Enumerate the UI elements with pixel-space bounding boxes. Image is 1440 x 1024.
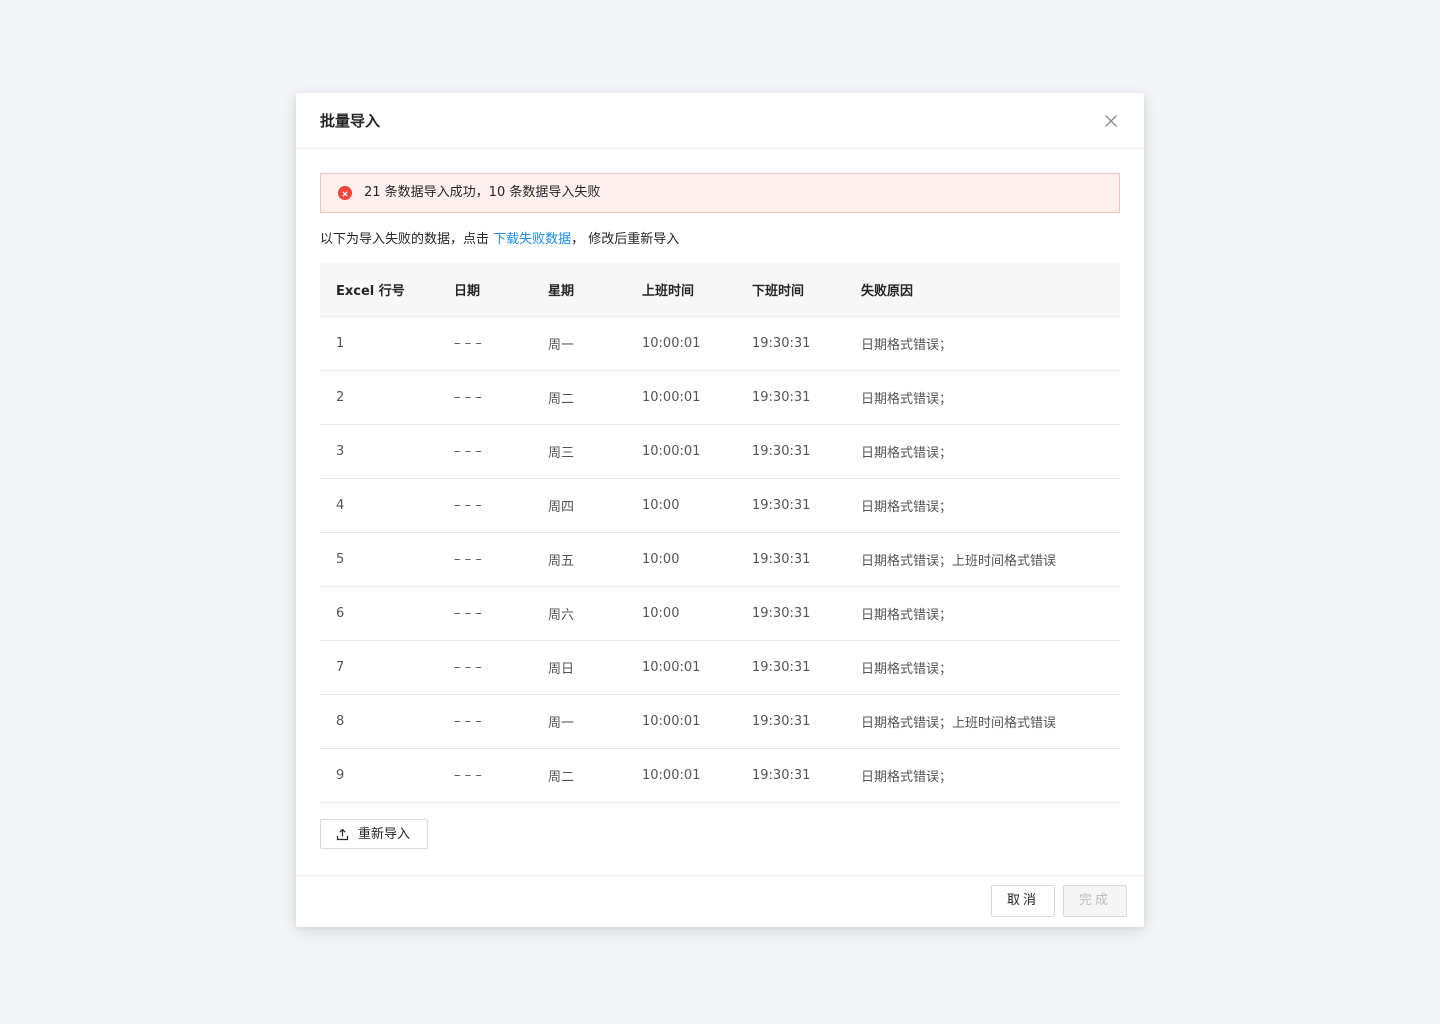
clock-out-cell: 19:30:31 xyxy=(736,370,845,425)
row-number: 6 xyxy=(320,586,438,641)
modal-header: 批量导入 xyxy=(296,93,1144,149)
failure-reason-cell: 日期格式错误； xyxy=(845,478,1120,533)
date-cell: – – – xyxy=(438,640,532,695)
clock-out-cell: 19:30:31 xyxy=(736,640,845,695)
failure-reason-cell: 日期格式错误； xyxy=(845,370,1120,425)
table-row: 5 – – – 周五 10:00 19:30:31 日期格式错误；上班时间格式错… xyxy=(320,532,1120,587)
date-cell: – – – xyxy=(438,748,532,803)
hint-suffix: ， 修改后重新导入 xyxy=(571,232,680,247)
column-header: 失败原因 xyxy=(845,263,1120,317)
column-header: 星期 xyxy=(532,263,626,317)
clock-out-cell: 19:30:31 xyxy=(736,532,845,587)
failure-reason-cell: 日期格式错误；上班时间格式错误 xyxy=(845,532,1120,587)
table-row: 7 – – – 周日 10:00:01 19:30:31 日期格式错误； xyxy=(320,640,1120,695)
reimport-label: 重新导入 xyxy=(358,827,411,842)
table-row: 9 – – – 周二 10:00:01 19:30:31 日期格式错误； xyxy=(320,748,1120,803)
hint-prefix: 以下为导入失败的数据，点击 xyxy=(320,232,494,247)
clock-in-cell: 10:00:01 xyxy=(626,640,736,695)
weekday-cell: 周三 xyxy=(532,424,626,479)
error-alert: 21 条数据导入成功，10 条数据导入失败 xyxy=(320,173,1120,213)
clock-out-cell: 19:30:31 xyxy=(736,694,845,749)
weekday-cell: 周一 xyxy=(532,694,626,749)
clock-in-cell: 10:00 xyxy=(626,532,736,587)
clock-out-cell: 19:30:31 xyxy=(736,586,845,641)
weekday-cell: 周六 xyxy=(532,586,626,641)
hint-text: 以下为导入失败的数据，点击 下载失败数据， 修改后重新导入 xyxy=(320,230,679,250)
weekday-cell: 周五 xyxy=(532,532,626,587)
table-row: 8 – – – 周一 10:00:01 19:30:31 日期格式错误；上班时间… xyxy=(320,694,1120,749)
table-row: 4 – – – 周四 10:00 19:30:31 日期格式错误； xyxy=(320,478,1120,533)
row-number: 9 xyxy=(320,748,438,803)
table-row: 3 – – – 周三 10:00:01 19:30:31 日期格式错误； xyxy=(320,424,1120,479)
failure-reason-cell: 日期格式错误； xyxy=(845,748,1120,803)
weekday-cell: 周日 xyxy=(532,640,626,695)
clock-in-cell: 10:00:01 xyxy=(626,316,736,371)
weekday-cell: 周四 xyxy=(532,478,626,533)
failure-reason-cell: 日期格式错误； xyxy=(845,586,1120,641)
download-failed-link[interactable]: 下载失败数据 xyxy=(493,232,571,247)
weekday-cell: 周二 xyxy=(532,748,626,803)
table-row: 6 – – – 周六 10:00 19:30:31 日期格式错误； xyxy=(320,586,1120,641)
clock-in-cell: 10:00:01 xyxy=(626,424,736,479)
table-header-row: Excel 行号 日期 星期 上班时间 下班时间 失败原因 xyxy=(320,263,1120,317)
column-header: 下班时间 xyxy=(736,263,845,317)
row-number: 2 xyxy=(320,370,438,425)
row-number: 1 xyxy=(320,316,438,371)
row-number: 8 xyxy=(320,694,438,749)
row-number: 7 xyxy=(320,640,438,695)
close-button[interactable] xyxy=(1102,112,1120,130)
import-modal: 批量导入 21 条数据导入成功，10 条数据导入失败 以下为导入失败的数据，点击… xyxy=(296,93,1144,927)
row-number: 3 xyxy=(320,424,438,479)
clock-in-cell: 10:00 xyxy=(626,586,736,641)
column-header: 日期 xyxy=(438,263,532,317)
reimport-button[interactable]: 重新导入 xyxy=(320,819,428,849)
failure-reason-cell: 日期格式错误； xyxy=(845,316,1120,371)
clock-out-cell: 19:30:31 xyxy=(736,424,845,479)
row-number: 5 xyxy=(320,532,438,587)
clock-out-cell: 19:30:31 xyxy=(736,316,845,371)
date-cell: – – – xyxy=(438,532,532,587)
clock-in-cell: 10:00:01 xyxy=(626,694,736,749)
date-cell: – – – xyxy=(438,586,532,641)
error-icon xyxy=(338,186,352,200)
table-row: 2 – – – 周二 10:00:01 19:30:31 日期格式错误； xyxy=(320,370,1120,425)
clock-in-cell: 10:00:01 xyxy=(626,370,736,425)
weekday-cell: 周一 xyxy=(532,316,626,371)
date-cell: – – – xyxy=(438,478,532,533)
table-row: 1 – – – 周一 10:00:01 19:30:31 日期格式错误； xyxy=(320,316,1120,371)
failure-reason-cell: 日期格式错误； xyxy=(845,640,1120,695)
upload-icon xyxy=(336,828,349,841)
clock-in-cell: 10:00:01 xyxy=(626,748,736,803)
weekday-cell: 周二 xyxy=(532,370,626,425)
row-number: 4 xyxy=(320,478,438,533)
column-header: 上班时间 xyxy=(626,263,736,317)
date-cell: – – – xyxy=(438,694,532,749)
alert-message: 21 条数据导入成功，10 条数据导入失败 xyxy=(364,185,601,200)
cancel-button[interactable]: 取消 xyxy=(991,885,1055,917)
date-cell: – – – xyxy=(438,316,532,371)
modal-title: 批量导入 xyxy=(320,112,381,130)
modal-footer: 取消 完成 xyxy=(296,875,1144,928)
date-cell: – – – xyxy=(438,424,532,479)
column-header: Excel 行号 xyxy=(320,263,438,317)
clock-out-cell: 19:30:31 xyxy=(736,748,845,803)
failure-reason-cell: 日期格式错误； xyxy=(845,424,1120,479)
done-button[interactable]: 完成 xyxy=(1063,885,1127,917)
close-icon xyxy=(1105,115,1117,127)
clock-in-cell: 10:00 xyxy=(626,478,736,533)
clock-out-cell: 19:30:31 xyxy=(736,478,845,533)
failed-data-table: Excel 行号 日期 星期 上班时间 下班时间 失败原因 1 – – – 周一… xyxy=(320,263,1120,803)
failure-reason-cell: 日期格式错误；上班时间格式错误 xyxy=(845,694,1120,749)
date-cell: – – – xyxy=(438,370,532,425)
